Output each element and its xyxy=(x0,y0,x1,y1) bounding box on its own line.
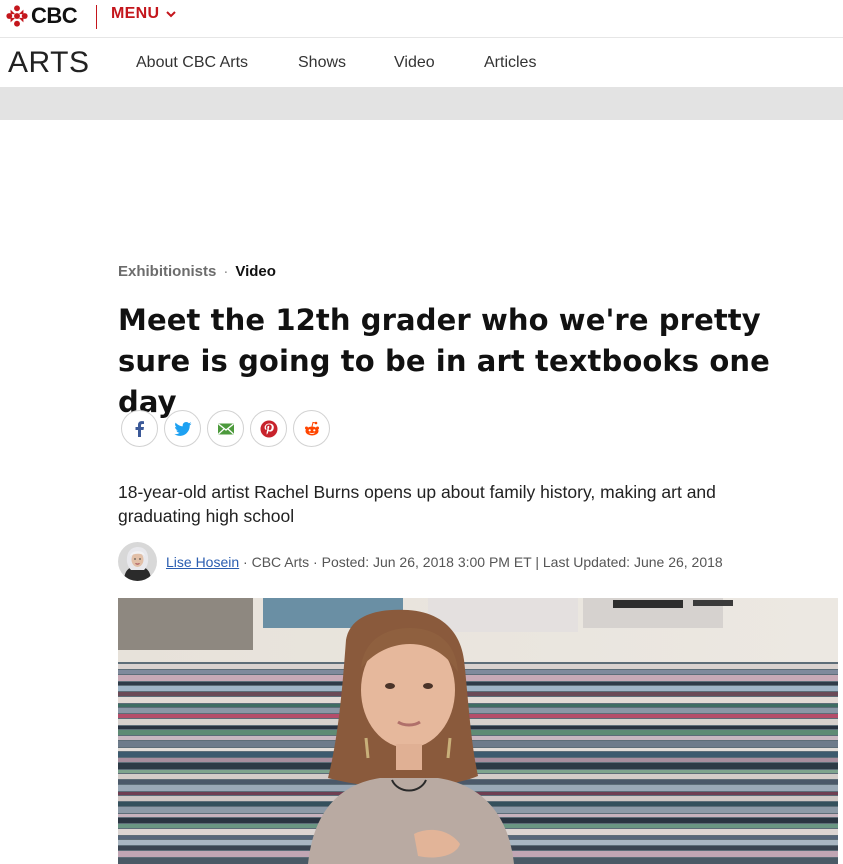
byline-details: · CBC Arts · Posted: Jun 26, 2018 3:00 P… xyxy=(239,553,723,570)
kicker-type: Video xyxy=(235,263,276,280)
nav-item-video[interactable]: Video xyxy=(394,54,435,72)
ad-banner-placeholder xyxy=(0,87,843,120)
article-deck: 18-year-old artist Rachel Burns opens up… xyxy=(118,482,716,526)
share-buttons xyxy=(121,410,330,447)
nav-item-about[interactable]: About CBC Arts xyxy=(136,54,248,72)
byline-text: Lise Hosein · CBC Arts · Posted: Jun 26,… xyxy=(166,554,723,570)
byline: Lise Hosein · CBC Arts · Posted: Jun 26,… xyxy=(118,542,723,581)
reddit-icon xyxy=(304,421,319,435)
facebook-icon xyxy=(135,420,144,437)
menu-button[interactable]: MENU xyxy=(111,5,177,23)
menu-label: MENU xyxy=(111,5,160,22)
chevron-down-icon xyxy=(166,11,177,18)
breadcrumb: Exhibitionists · Video xyxy=(118,263,276,280)
video-thumbnail-image xyxy=(118,598,838,864)
video-player[interactable] xyxy=(118,598,838,864)
twitter-icon xyxy=(173,421,191,436)
avatar xyxy=(118,542,157,581)
cbc-logo-text: CBC xyxy=(31,3,78,28)
share-twitter-button[interactable] xyxy=(164,410,201,447)
nav-item-articles[interactable]: Articles xyxy=(484,54,536,72)
cbc-logo[interactable]: CBC xyxy=(6,3,78,28)
section-nav: ARTS About CBC Arts Shows Video Articles xyxy=(0,39,843,87)
pinterest-icon xyxy=(260,420,277,437)
email-icon xyxy=(217,422,234,434)
share-pinterest-button[interactable] xyxy=(250,410,287,447)
share-reddit-button[interactable] xyxy=(293,410,330,447)
kicker-section-link[interactable]: Exhibitionists xyxy=(118,263,216,280)
page-title: Meet the 12th grader who we're pretty su… xyxy=(118,303,770,419)
kicker-separator: · xyxy=(223,263,229,280)
top-bar: CBC MENU xyxy=(0,0,843,38)
share-email-button[interactable] xyxy=(207,410,244,447)
cbc-gem-icon xyxy=(6,5,28,27)
topbar-divider xyxy=(96,5,97,29)
share-facebook-button[interactable] xyxy=(121,410,158,447)
author-link[interactable]: Lise Hosein xyxy=(166,554,239,570)
section-title[interactable]: ARTS xyxy=(8,47,89,79)
nav-item-shows[interactable]: Shows xyxy=(298,54,346,72)
